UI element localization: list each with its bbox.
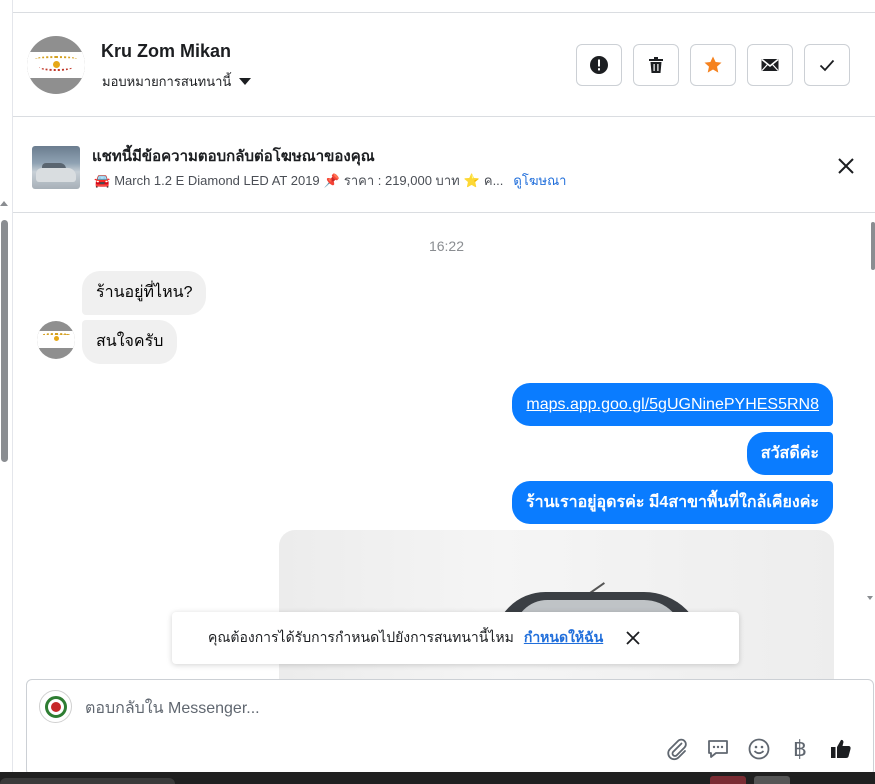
mark-done-button[interactable]	[804, 44, 850, 86]
star-emoji-icon: ⭐	[463, 172, 480, 188]
delete-button[interactable]	[633, 44, 679, 86]
mark-spam-button[interactable]	[576, 44, 622, 86]
assign-conversation-dropdown[interactable]: มอบหมายการสนทนานี้	[102, 71, 252, 92]
star-icon	[704, 56, 722, 73]
exclamation-icon	[590, 56, 608, 74]
emoji-icon	[748, 738, 770, 760]
close-icon[interactable]	[835, 155, 857, 177]
ad-banner-title: แชทนี้มีข้อความตอบกลับต่อโฆษณาของคุณ	[92, 148, 375, 165]
ad-reply-banner: แชทนี้มีข้อความตอบกลับต่อโฆษณาของคุณ 🚘 M…	[13, 118, 875, 213]
ad-description-price: ราคา : 219,000 บาท	[343, 173, 460, 188]
paperclip-icon	[667, 738, 687, 761]
incoming-message[interactable]: สนใจครับ	[82, 320, 178, 364]
taskbar-app[interactable]	[710, 776, 746, 784]
payment-button[interactable]: ฿	[786, 735, 814, 763]
mark-unread-button[interactable]	[747, 44, 793, 86]
saved-replies-button[interactable]	[704, 735, 732, 763]
outgoing-message[interactable]: ร้านเราอยู่อุดรค่ะ มี4สาขาพื้นที่ใกล้เคี…	[512, 481, 833, 524]
attach-file-button[interactable]	[663, 735, 691, 763]
thumbs-up-icon	[831, 739, 851, 758]
outgoing-message-link[interactable]: maps.app.goo.gl/5gUGNinePYHES5RN8	[512, 383, 833, 426]
caret-down-icon	[239, 78, 252, 85]
outgoing-message[interactable]: สวัสดีค่ะ	[746, 432, 833, 475]
assign-prompt-text: คุณต้องการได้รับการกำหนดไปยังการสนทนานี้…	[208, 629, 514, 645]
reply-composer: ฿	[26, 679, 874, 776]
assign-conversation-label: มอบหมายการสนทนานี้	[102, 74, 232, 89]
saved-reply-icon	[708, 740, 728, 758]
car-emoji-icon: 🚘	[94, 172, 111, 188]
sender-avatar[interactable]	[37, 321, 75, 359]
message-timestamp: 16:22	[428, 238, 465, 254]
taskbar-search[interactable]	[0, 778, 175, 784]
left-scrollbar-thumb[interactable]	[1, 220, 8, 462]
like-button[interactable]	[827, 735, 855, 763]
ad-description-more: ค...	[483, 173, 504, 188]
os-taskbar	[0, 772, 875, 784]
incoming-message[interactable]: ร้านอยู่ที่ไหน?	[82, 271, 207, 315]
ad-description-model: March 1.2 E Diamond LED AT 2019	[114, 173, 320, 188]
taskbar-app[interactable]	[754, 776, 790, 784]
header-actions	[576, 44, 850, 86]
ad-thumbnail[interactable]	[32, 146, 80, 189]
ad-banner-description: 🚘 March 1.2 E Diamond LED AT 2019 📌 ราคา…	[94, 170, 566, 191]
check-icon	[819, 59, 835, 72]
close-icon[interactable]	[625, 630, 641, 646]
contact-avatar[interactable]	[27, 36, 85, 94]
view-ad-link[interactable]: ดูโฆษณา	[513, 170, 566, 191]
conversation-header: Kru Zom Mikan มอบหมายการสนทนานี้	[13, 13, 875, 117]
reply-input[interactable]	[85, 698, 645, 720]
contact-name[interactable]: Kru Zom Mikan	[101, 41, 231, 62]
assign-prompt-toast: คุณต้องการได้รับการกำหนดไปยังการสนทนานี้…	[172, 612, 739, 664]
scroll-up-arrow-icon[interactable]	[0, 201, 8, 206]
assign-to-me-link[interactable]: กำหนดให้ฉัน	[524, 627, 603, 649]
trash-icon	[649, 57, 663, 73]
left-rail	[0, 0, 13, 784]
page-avatar	[39, 690, 72, 723]
right-scrollbar-thumb[interactable]	[871, 222, 875, 270]
message-thread[interactable]: 16:22 ร้านอยู่ที่ไหน? สนใจครับ maps.app.…	[13, 214, 875, 680]
scroll-down-arrow-icon[interactable]	[867, 596, 873, 600]
envelope-icon	[761, 58, 779, 71]
baht-icon: ฿	[793, 736, 807, 762]
star-button[interactable]	[690, 44, 736, 86]
emoji-button[interactable]	[745, 735, 773, 763]
composer-tools: ฿	[663, 735, 855, 763]
pin-emoji-icon: 📌	[323, 172, 340, 188]
